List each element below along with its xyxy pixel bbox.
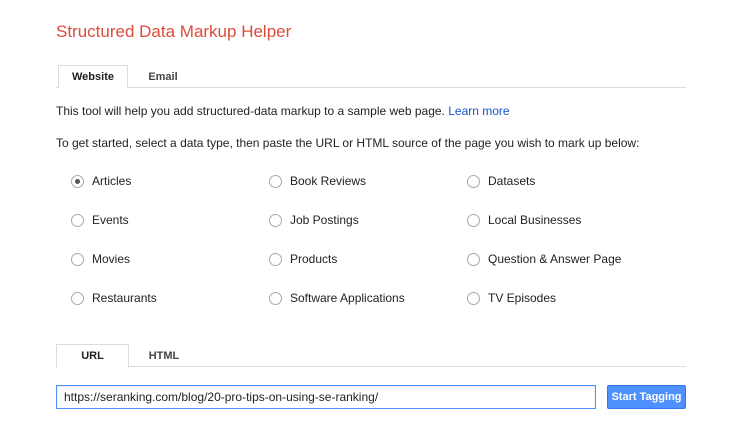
intro-text: This tool will help you add structured-d… — [56, 104, 510, 118]
data-type-restaurants[interactable]: Restaurants — [71, 291, 157, 305]
source-tabs: Website Email — [56, 65, 686, 89]
intro-description: This tool will help you add structured-d… — [56, 104, 445, 118]
tab-website[interactable]: Website — [58, 65, 128, 89]
radio-icon[interactable] — [269, 291, 282, 305]
radio-icon[interactable] — [467, 174, 480, 188]
radio-icon[interactable] — [269, 213, 282, 227]
data-type-products[interactable]: Products — [269, 252, 337, 266]
radio-icon[interactable] — [71, 252, 84, 266]
radio-checked-icon[interactable] — [71, 174, 84, 188]
data-type-question-answer-page[interactable]: Question & Answer Page — [467, 252, 621, 266]
tab-html[interactable]: HTML — [129, 344, 199, 368]
data-type-label: Job Postings — [290, 213, 359, 227]
data-type-label: Events — [92, 213, 129, 227]
data-type-events[interactable]: Events — [71, 213, 129, 227]
input-tabs: URL HTML — [56, 344, 686, 368]
data-type-movies[interactable]: Movies — [71, 252, 130, 266]
radio-icon[interactable] — [71, 213, 84, 227]
data-type-label: Software Applications — [290, 291, 405, 305]
data-type-label: Articles — [92, 174, 132, 188]
data-type-label: Book Reviews — [290, 174, 367, 188]
radio-icon[interactable] — [71, 291, 84, 305]
learn-more-link[interactable]: Learn more — [448, 104, 509, 118]
data-type-job-postings[interactable]: Job Postings — [269, 213, 359, 227]
radio-icon[interactable] — [467, 213, 480, 227]
radio-icon[interactable] — [269, 252, 282, 266]
data-type-label: Movies — [92, 252, 131, 266]
data-type-datasets[interactable]: Datasets — [467, 174, 535, 188]
data-type-label: Local Businesses — [488, 213, 582, 227]
radio-icon[interactable] — [467, 252, 480, 266]
data-type-label: Products — [290, 252, 338, 266]
tab-email[interactable]: Email — [128, 65, 198, 89]
instruction-text: To get started, select a data type, then… — [56, 136, 640, 150]
data-type-tv-episodes[interactable]: TV Episodes — [467, 291, 556, 305]
radio-icon[interactable] — [269, 174, 282, 188]
url-input[interactable] — [56, 385, 596, 409]
data-type-label: Restaurants — [92, 291, 157, 305]
data-type-book-reviews[interactable]: Book Reviews — [269, 174, 366, 188]
data-type-label: Datasets — [488, 174, 536, 188]
data-type-software-applications[interactable]: Software Applications — [269, 291, 405, 305]
start-tagging-button[interactable]: Start Tagging — [607, 385, 686, 409]
data-type-label: Question & Answer Page — [488, 252, 622, 266]
data-type-label: TV Episodes — [488, 291, 557, 305]
data-type-articles[interactable]: Articles — [71, 174, 131, 188]
data-type-local-businesses[interactable]: Local Businesses — [467, 213, 581, 227]
radio-icon[interactable] — [467, 291, 480, 305]
page-title: Structured Data Markup Helper — [56, 22, 292, 41]
tab-url[interactable]: URL — [56, 344, 129, 368]
